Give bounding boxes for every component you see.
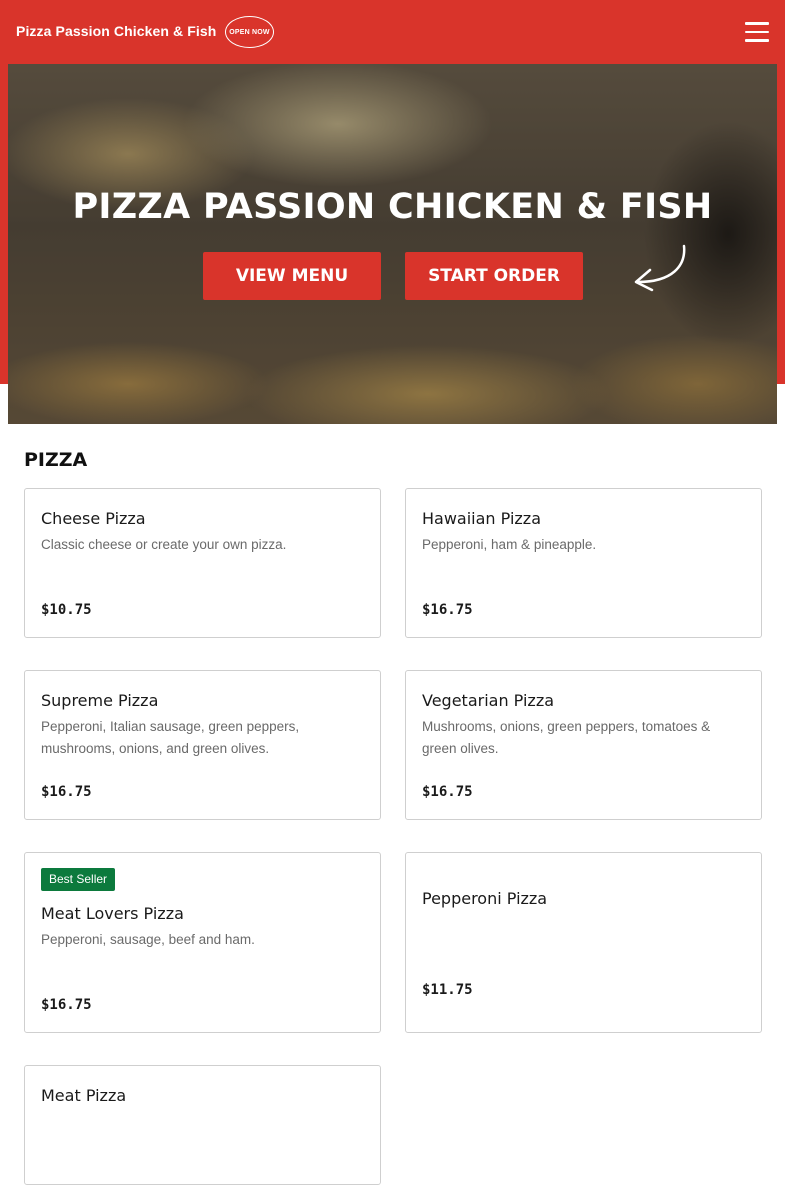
- hamburger-line: [745, 30, 769, 33]
- menu-item-card[interactable]: Hawaiian Pizza Pepperoni, ham & pineappl…: [405, 488, 762, 638]
- menu-item-card[interactable]: Supreme Pizza Pepperoni, Italian sausage…: [24, 670, 381, 820]
- view-menu-button[interactable]: VIEW MENU: [203, 252, 381, 300]
- top-navbar: Pizza Passion Chicken & Fish OPEN NOW: [0, 0, 785, 64]
- item-description: Mushrooms, onions, green peppers, tomato…: [422, 719, 711, 756]
- item-description: Classic cheese or create your own pizza.: [41, 537, 287, 552]
- item-price: $16.75: [422, 784, 473, 800]
- hamburger-menu-icon[interactable]: [745, 22, 769, 42]
- item-description: Pepperoni, Italian sausage, green pepper…: [41, 719, 300, 756]
- item-description: Pepperoni, sausage, beef and ham.: [41, 932, 255, 947]
- hamburger-line: [745, 39, 769, 42]
- item-price: $16.75: [41, 997, 92, 1013]
- item-name: Cheese Pizza: [41, 509, 146, 528]
- item-name: Vegetarian Pizza: [422, 691, 555, 710]
- brand-name[interactable]: Pizza Passion Chicken & Fish: [16, 23, 216, 39]
- start-order-button[interactable]: START ORDER: [405, 252, 583, 300]
- item-price: $16.75: [422, 602, 473, 618]
- item-price: $16.75: [41, 784, 92, 800]
- menu-item-card[interactable]: Cheese Pizza Classic cheese or create yo…: [24, 488, 381, 638]
- open-now-badge: OPEN NOW: [225, 16, 274, 48]
- item-name: Pepperoni Pizza: [422, 889, 548, 908]
- menu-item-card[interactable]: Meat Pizza: [24, 1065, 381, 1185]
- section-title-pizza: PIZZA: [24, 449, 88, 471]
- hero-title: PIZZA PASSION CHICKEN & FISH: [72, 187, 713, 227]
- item-description: Pepperoni, ham & pineapple.: [422, 537, 597, 552]
- item-name: Hawaiian Pizza: [422, 509, 541, 528]
- item-name: Supreme Pizza: [41, 691, 159, 710]
- menu-item-card[interactable]: Pepperoni Pizza $11.75: [405, 852, 762, 1033]
- item-price: $10.75: [41, 602, 92, 618]
- hero-banner: PIZZA PASSION CHICKEN & FISH VIEW MENU S…: [8, 64, 777, 424]
- item-price: $11.75: [422, 982, 473, 998]
- menu-item-card[interactable]: Vegetarian Pizza Mushrooms, onions, gree…: [405, 670, 762, 820]
- item-name: Meat Lovers Pizza: [41, 904, 184, 923]
- curved-arrow-icon: [634, 244, 686, 292]
- item-name: Meat Pizza: [41, 1086, 127, 1105]
- menu-item-card[interactable]: Best Seller Meat Lovers Pizza Pepperoni,…: [24, 852, 381, 1033]
- best-seller-badge: Best Seller: [41, 868, 116, 891]
- hamburger-line: [745, 22, 769, 25]
